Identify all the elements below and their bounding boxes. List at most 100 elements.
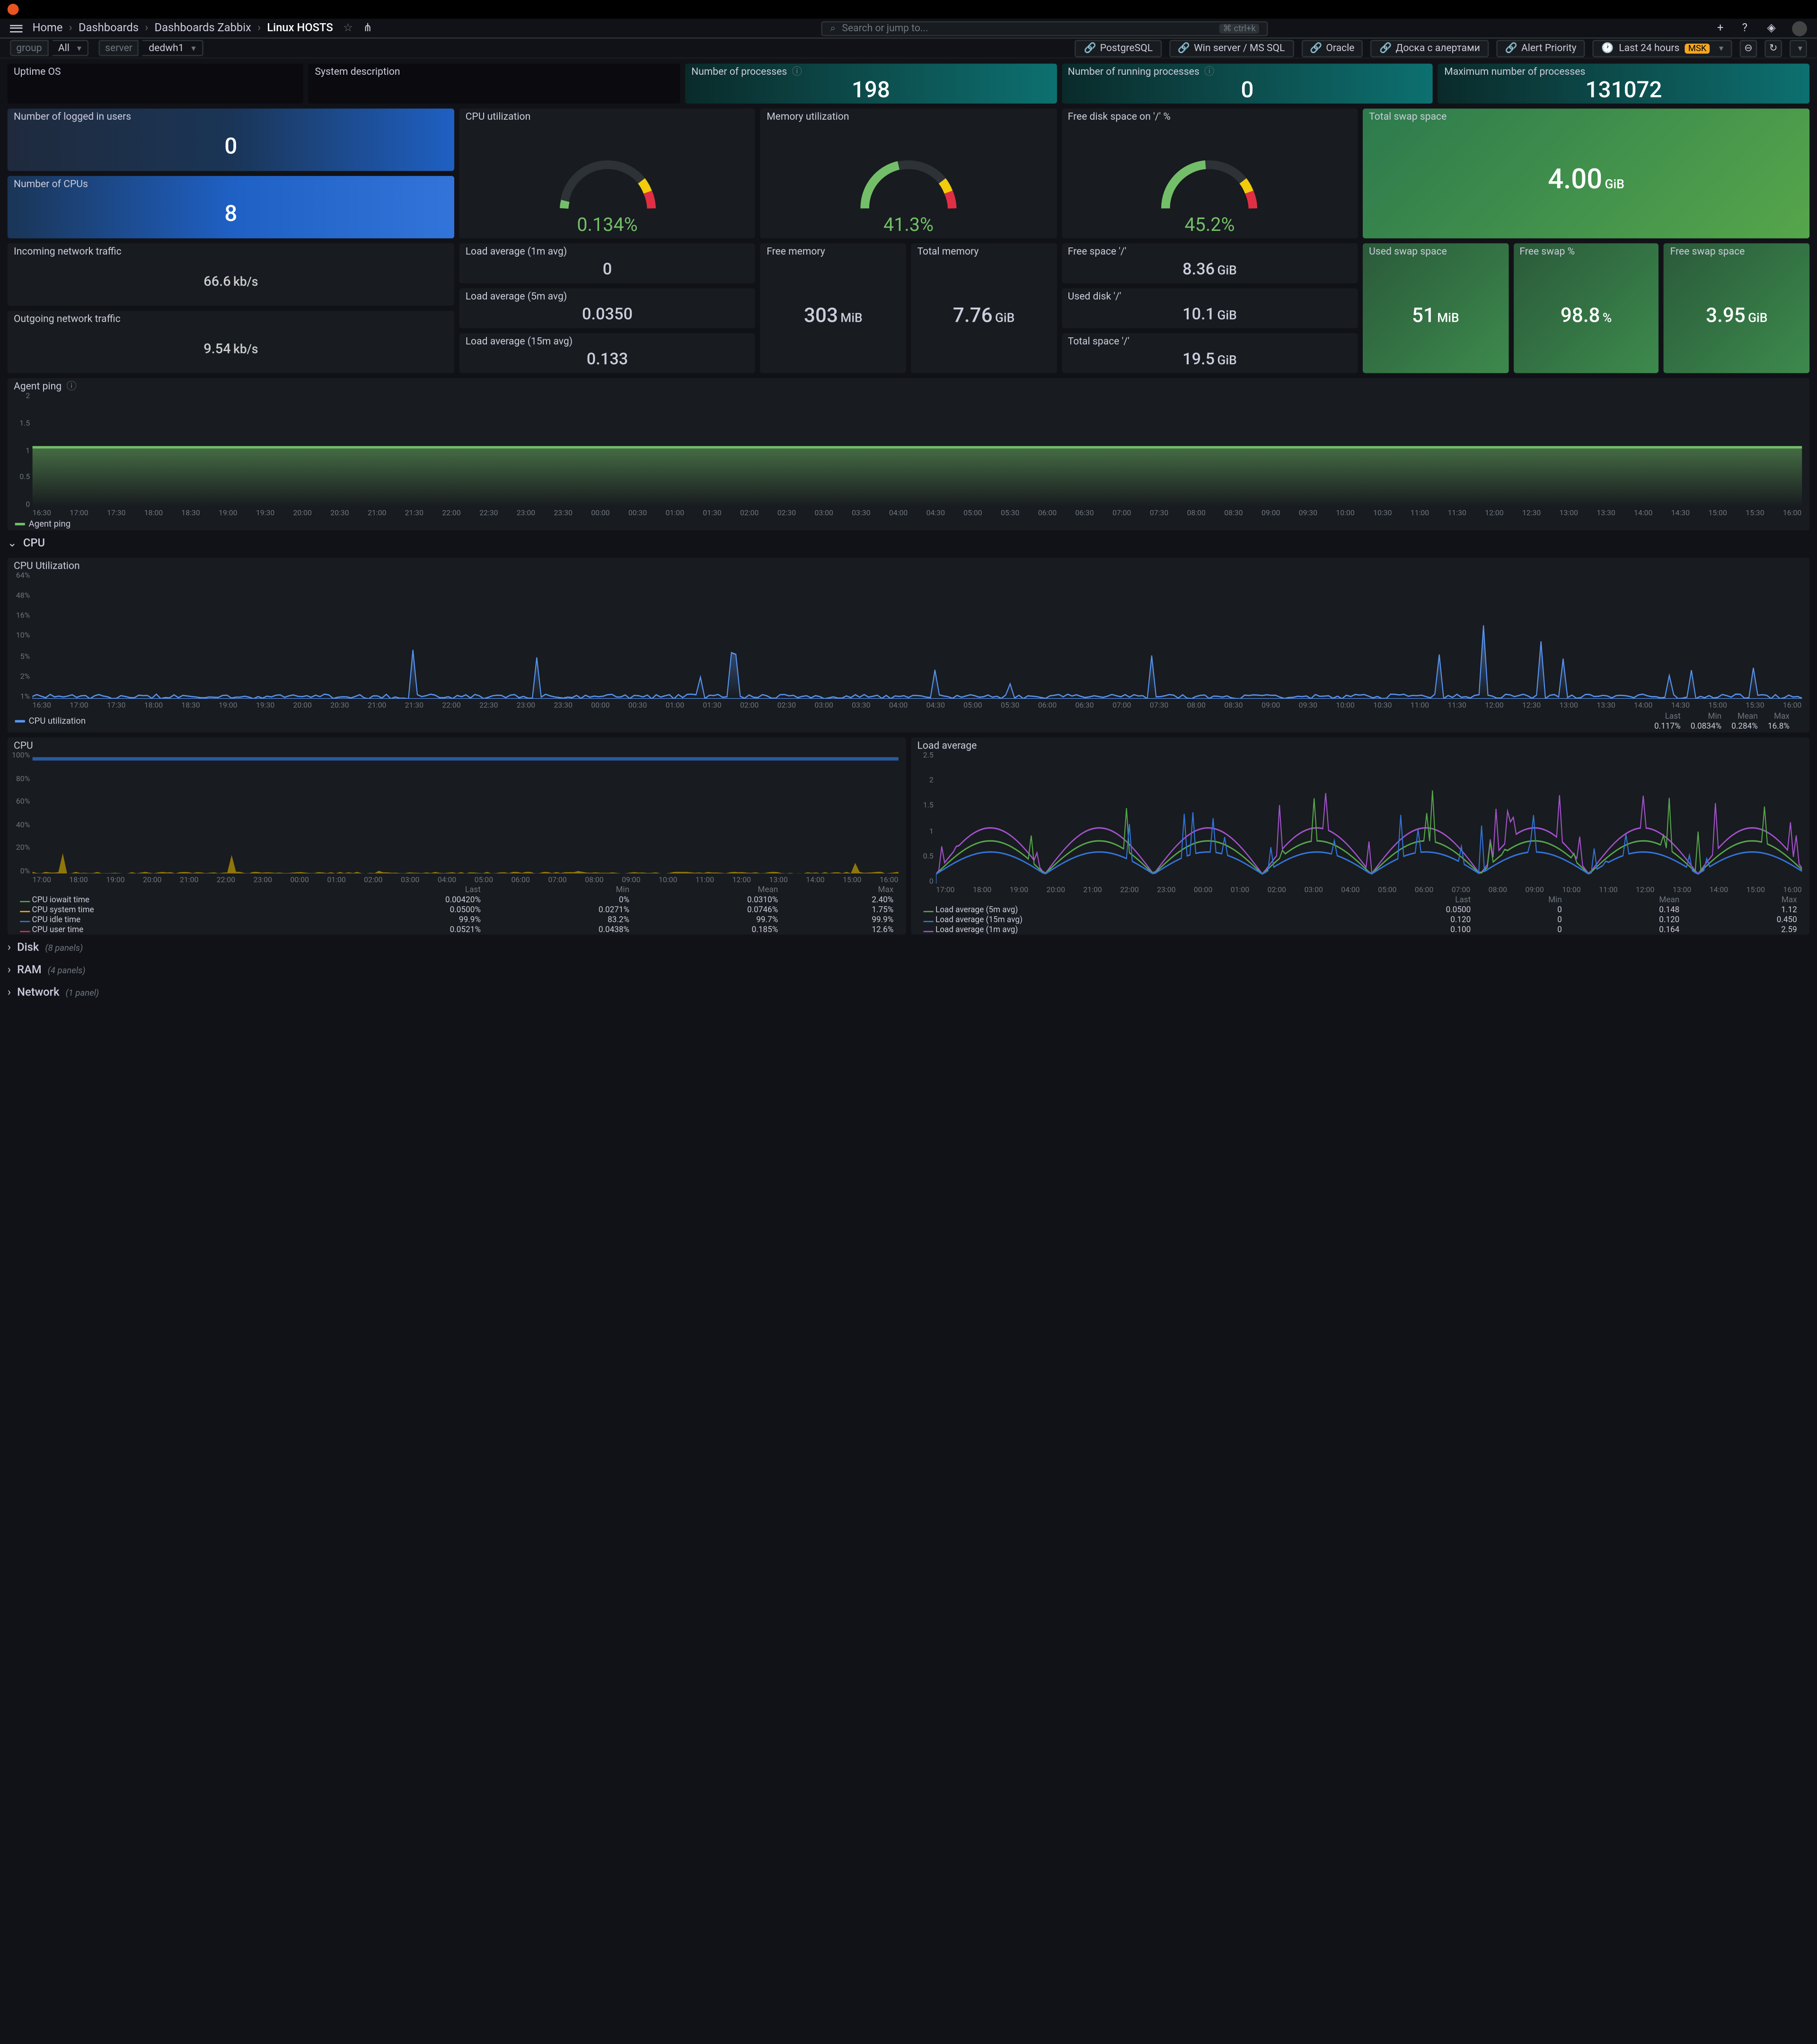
- info-icon[interactable]: [792, 65, 802, 79]
- x-axis: 17:0018:0019:0020:0021:0022:0023:0000:00…: [911, 886, 1809, 895]
- panel-max-processes[interactable]: Maximum number of processes 131072: [1438, 64, 1809, 104]
- panel-cpu-utilization-chart[interactable]: CPU Utilization 64%48%16%10%5%2%1% 16:30…: [8, 558, 1809, 732]
- timezone-badge: MSK: [1685, 43, 1711, 53]
- chart-load-average: [936, 754, 1802, 883]
- link-alert-priority[interactable]: 🔗Alert Priority: [1496, 39, 1585, 57]
- chart-agent-ping: [33, 394, 1802, 506]
- legend-item[interactable]: Agent ping: [15, 519, 71, 529]
- var-group[interactable]: group All: [10, 40, 89, 56]
- link-oracle[interactable]: 🔗Oracle: [1301, 39, 1363, 57]
- panel-num-running-processes[interactable]: Number of running processes 0: [1061, 64, 1433, 104]
- chevron-right-icon: [8, 987, 11, 999]
- y-axis: 2.521.510.50: [914, 751, 934, 886]
- panel-load-5m[interactable]: Load average (5m avg)0.0350: [459, 288, 756, 328]
- panel-free-swap-pct[interactable]: Free swap %98.8 %: [1513, 243, 1659, 373]
- star-icon[interactable]: [343, 22, 353, 34]
- y-axis: 64%48%16%10%5%2%1%: [10, 572, 30, 701]
- gauge-cpu: [545, 146, 670, 215]
- breadcrumb-home[interactable]: Home: [33, 22, 63, 34]
- panel-used-disk[interactable]: Used disk '/'10.1 GiB: [1061, 288, 1358, 328]
- breadcrumb-folder[interactable]: Dashboards Zabbix: [155, 22, 251, 34]
- search-placeholder: Search or jump to...: [842, 22, 928, 34]
- row-header-network[interactable]: Network (1 panel): [8, 985, 1809, 1002]
- panel-system-description[interactable]: System description: [309, 64, 680, 104]
- panel-free-swap[interactable]: Free swap space3.95 GiB: [1664, 243, 1809, 373]
- y-axis: 100%80%60%40%20%0%: [10, 751, 30, 876]
- panel-cpu-utilization-gauge[interactable]: CPU utilization 0.134%: [459, 108, 756, 238]
- panel-used-swap[interactable]: Used swap space51 MiB: [1363, 243, 1508, 373]
- panel-total-swap[interactable]: Total swap space 4.00 GiB: [1363, 108, 1809, 238]
- toolbar: group All server dedwh1 🔗PostgreSQL 🔗Win…: [0, 39, 1817, 59]
- hamburger-menu-icon[interactable]: [10, 24, 22, 32]
- link-postgresql[interactable]: 🔗PostgreSQL: [1075, 39, 1162, 57]
- gauge-memory: [846, 146, 971, 215]
- chevron-right-icon: [8, 965, 11, 977]
- panel-load-1m[interactable]: Load average (1m avg)0: [459, 243, 756, 283]
- info-icon[interactable]: [1204, 65, 1214, 79]
- panel-total-space[interactable]: Total space '/'19.5 GiB: [1061, 333, 1358, 373]
- panel-memory-utilization-gauge[interactable]: Memory utilization 41.3%: [760, 108, 1057, 238]
- refresh-button[interactable]: ↻: [1764, 39, 1782, 57]
- avatar[interactable]: [1792, 21, 1807, 36]
- panel-load-15m[interactable]: Load average (15m avg)0.133: [459, 333, 756, 373]
- panel-cpu-breakdown[interactable]: CPU 100%80%60%40%20%0% 17:0018:0019:0020…: [8, 738, 906, 935]
- os-titlebar: [0, 0, 1817, 19]
- dashboard-grid: Uptime OS System description Number of p…: [0, 59, 1817, 1007]
- row-header-cpu[interactable]: CPU: [8, 535, 1809, 553]
- panel-uptime-os[interactable]: Uptime OS: [8, 64, 304, 104]
- link-icon: 🔗: [1379, 43, 1392, 54]
- y-axis: 21.510.50: [10, 392, 30, 509]
- panel-load-average[interactable]: Load average 2.521.510.50 17:0018:0019:0…: [911, 738, 1809, 935]
- search-shortcut: ⌘ ctrl+k: [1219, 23, 1259, 33]
- news-icon[interactable]: ◈: [1767, 22, 1780, 34]
- legend-stats: LastMinMeanMax0.117%0.0834%0.284%16.8%: [1642, 711, 1802, 731]
- plus-icon[interactable]: +: [1717, 22, 1729, 34]
- refresh-interval-picker[interactable]: [1790, 39, 1807, 57]
- panel-free-disk-gauge[interactable]: Free disk space on '/' % 45.2%: [1061, 108, 1358, 238]
- panel-incoming-traffic[interactable]: Incoming network traffic 66.6 kb/s: [8, 243, 454, 306]
- link-icon: 🔗: [1505, 43, 1517, 54]
- gauge-value: 0.134%: [459, 213, 756, 236]
- gauge-disk: [1147, 146, 1272, 215]
- x-axis: 17:0018:0019:0020:0021:0022:0023:0000:00…: [8, 876, 906, 884]
- panel-agent-ping[interactable]: Agent ping 21.510.50 16:3017:0017:3018:0…: [8, 378, 1809, 530]
- link-icon: 🔗: [1310, 43, 1322, 54]
- top-nav: Home› Dashboards› Dashboards Zabbix› Lin…: [0, 19, 1817, 39]
- help-icon[interactable]: ?: [1742, 22, 1755, 34]
- chart-cpu-breakdown: [33, 754, 899, 873]
- row-header-disk[interactable]: Disk (8 panels): [8, 940, 1809, 957]
- row-header-ram[interactable]: RAM (4 panels): [8, 962, 1809, 979]
- chevron-right-icon: [8, 942, 11, 954]
- link-alerts-board[interactable]: 🔗Доска с алертами: [1371, 39, 1489, 57]
- panel-free-space[interactable]: Free space '/'8.36 GiB: [1061, 243, 1358, 283]
- clock-icon: 🕐: [1601, 43, 1614, 54]
- chevron-down-icon: [8, 538, 17, 550]
- ubuntu-logo-icon: [8, 4, 19, 15]
- breadcrumb-current: Linux HOSTS: [267, 22, 333, 34]
- breadcrumb-dashboards[interactable]: Dashboards: [79, 22, 139, 34]
- search-icon: ⌕: [830, 22, 836, 34]
- info-icon[interactable]: [67, 379, 77, 393]
- panel-outgoing-traffic[interactable]: Outgoing network traffic 9.54 kb/s: [8, 311, 454, 373]
- panel-num-processes[interactable]: Number of processes 198: [685, 64, 1057, 104]
- panel-logged-users[interactable]: Number of logged in users 0: [8, 108, 454, 171]
- x-axis: 16:3017:0017:3018:0018:3019:0019:3020:00…: [8, 701, 1809, 710]
- x-axis: 16:3017:0017:3018:0018:3019:0019:3020:00…: [8, 509, 1809, 518]
- panel-total-memory[interactable]: Total memory7.76 GiB: [911, 243, 1057, 373]
- chart-cpu-util: [33, 574, 1802, 699]
- legend-table: LastMinMeanMax Load average (5m avg)0.05…: [911, 895, 1809, 934]
- panel-num-cpus[interactable]: Number of CPUs 8: [8, 176, 454, 238]
- zoom-out-button[interactable]: ⊖: [1739, 39, 1757, 57]
- gauge-value: 41.3%: [760, 213, 1057, 236]
- share-icon[interactable]: [363, 22, 372, 34]
- legend-table: LastMinMeanMax CPU iowait time0.00420%0%…: [8, 885, 906, 934]
- time-range-picker[interactable]: 🕐 Last 24 hours MSK: [1593, 39, 1732, 57]
- link-icon: 🔗: [1178, 43, 1190, 54]
- link-icon: 🔗: [1084, 43, 1096, 54]
- gauge-value: 45.2%: [1061, 213, 1358, 236]
- legend-item[interactable]: CPU utilization: [15, 716, 86, 726]
- panel-free-memory[interactable]: Free memory303 MiB: [760, 243, 906, 373]
- var-server[interactable]: server dedwh1: [99, 40, 203, 56]
- search-input[interactable]: ⌕ Search or jump to... ⌘ ctrl+k: [821, 21, 1268, 36]
- link-mssql[interactable]: 🔗Win server / MS SQL: [1169, 39, 1293, 57]
